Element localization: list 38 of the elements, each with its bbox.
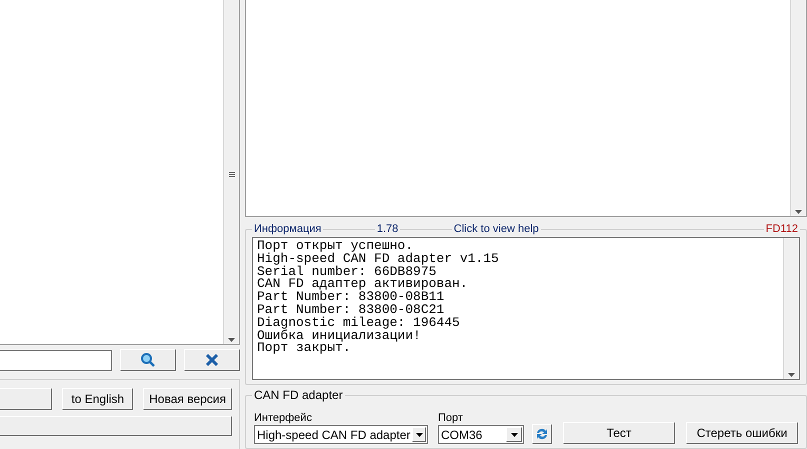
log-line: Part Number: 83800-08B11 bbox=[257, 291, 444, 304]
log-line: Part Number: 83800-08C21 bbox=[257, 304, 446, 317]
dropdown-arrow-icon bbox=[510, 432, 518, 436]
search-field[interactable] bbox=[0, 350, 112, 370]
log-line: Порт закрыт. bbox=[257, 342, 351, 356]
help-link[interactable]: Click to view help bbox=[452, 222, 541, 236]
close-icon bbox=[206, 354, 218, 366]
search-button[interactable] bbox=[120, 349, 176, 371]
interface-label: Интерфейс bbox=[254, 411, 313, 425]
action-button[interactable]: to English bbox=[62, 388, 134, 410]
log-line: Ошибка инициализации! bbox=[257, 330, 422, 342]
refresh-button[interactable] bbox=[532, 424, 552, 444]
info-title: Информация bbox=[252, 222, 324, 236]
scrollbar[interactable] bbox=[783, 238, 799, 379]
action-button[interactable]: Стереть ошибки bbox=[686, 422, 798, 444]
wide-button[interactable] bbox=[0, 416, 232, 436]
adapter-group-title: CAN FD adapter bbox=[252, 388, 345, 402]
port-label: Порт bbox=[438, 411, 464, 425]
grip-icon bbox=[228, 172, 234, 176]
dropdown-arrow-icon bbox=[416, 432, 423, 436]
scroll-down-icon bbox=[228, 338, 235, 342]
interface-dropdown[interactable]: High-speed CAN FD adapter bbox=[254, 425, 428, 444]
blank-button[interactable] bbox=[0, 388, 52, 410]
refresh-icon bbox=[535, 427, 549, 441]
log-line: Diagnostic mileage: 196445 bbox=[257, 316, 461, 330]
log-line: High-speed CAN FD adapter v1.15 bbox=[257, 252, 500, 266]
close-button[interactable] bbox=[184, 349, 240, 371]
scrollbar[interactable] bbox=[223, 0, 239, 344]
search-icon bbox=[140, 352, 156, 368]
log-line: Порт открыт успешно. bbox=[257, 240, 414, 253]
action-button[interactable]: Тест bbox=[563, 422, 675, 444]
scroll-down-icon bbox=[788, 373, 795, 377]
action-button[interactable]: Новая версия bbox=[143, 388, 232, 410]
log-line: CAN FD адаптер активирован. bbox=[257, 278, 469, 292]
port-dropdown[interactable]: COM36 bbox=[438, 425, 524, 444]
scroll-down-icon bbox=[795, 210, 802, 214]
log-line: Serial number: 66DB8975 bbox=[257, 266, 436, 278]
scrollbar[interactable] bbox=[790, 0, 806, 216]
